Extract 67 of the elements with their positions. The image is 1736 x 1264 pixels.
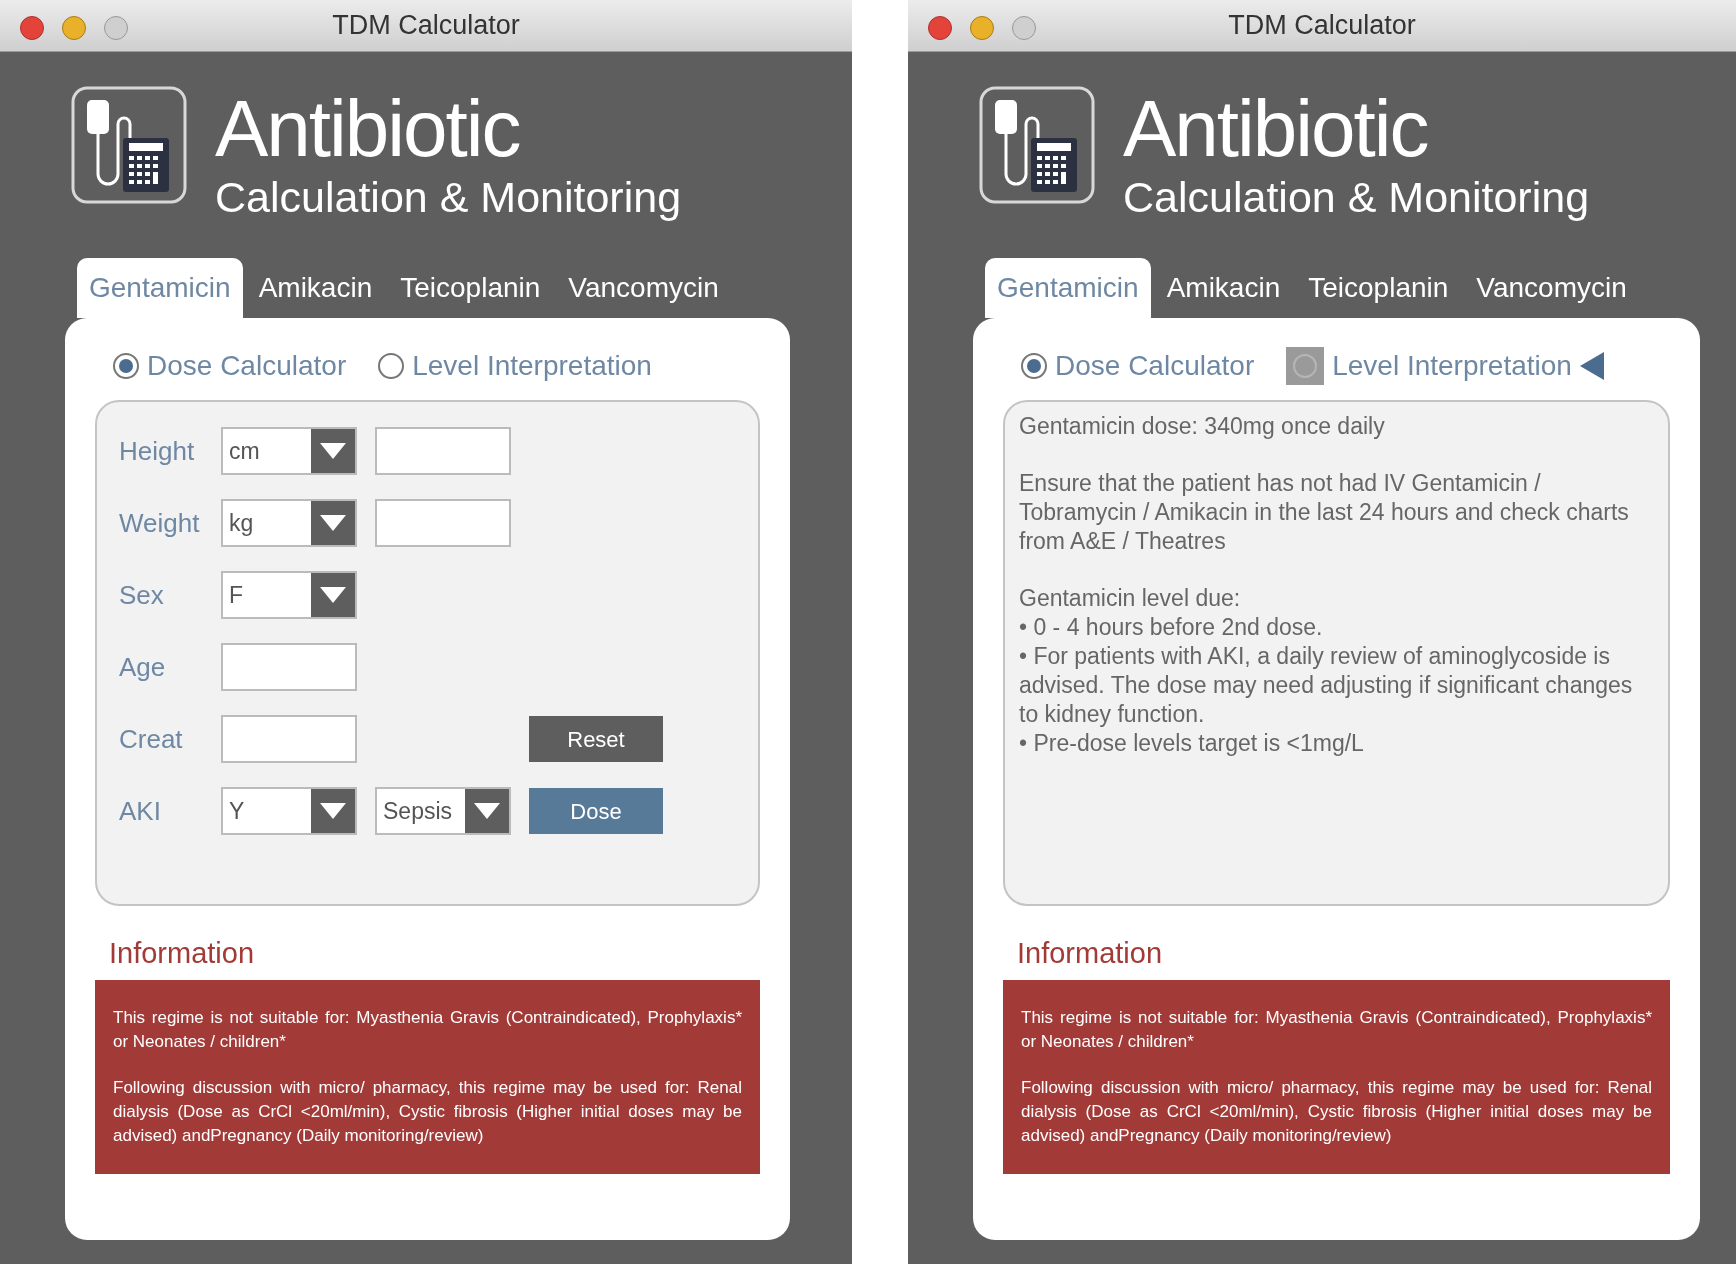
iv-calculator-logo-icon xyxy=(71,86,187,204)
reset-button[interactable]: Reset xyxy=(529,716,663,762)
result-text: Ensure that the patient has not had IV Gentamicin / Tobramycin / Amikacin in the last 24 hours and check charts from A&E / Theatres xyxy=(1019,469,1630,556)
app-subtitle: Calculation & Monitoring xyxy=(1123,172,1590,222)
iv-calculator-logo-icon xyxy=(979,86,1095,204)
caret-icon xyxy=(320,587,346,603)
result-text: • For patients with AKI, a daily review of aminoglycoside is advised. The dose may need adjusting if significant changes to kidney function. xyxy=(1019,642,1634,729)
dropdown-value: kg xyxy=(228,508,255,538)
result-text: Gentamicin level due: xyxy=(1019,584,1242,613)
caret-icon xyxy=(474,803,500,819)
caret-icon xyxy=(320,443,346,459)
dropdown[interactable]: F xyxy=(221,571,357,619)
input-field[interactable] xyxy=(221,715,357,763)
field-label: AKI xyxy=(119,794,162,828)
field-label: Creat xyxy=(119,722,184,756)
dropdown[interactable]: kg xyxy=(221,499,357,547)
field-label: Height xyxy=(119,434,196,468)
input-field[interactable] xyxy=(375,427,511,475)
radio-label[interactable]: Dose Calculator xyxy=(147,345,347,387)
info-text: This regime is not suitable for: Myasthenia Gravis (Contraindicated), Prophylaxis* or Neonates / children* xyxy=(113,1007,742,1053)
zoom-button[interactable] xyxy=(1012,16,1036,40)
tab[interactable]: Amikacin xyxy=(246,258,385,318)
section-heading: Information xyxy=(108,936,256,971)
tab[interactable]: Vancomycin xyxy=(1464,258,1639,318)
field-label: Sex xyxy=(119,578,165,612)
zoom-button[interactable] xyxy=(104,16,128,40)
app-subtitle: Calculation & Monitoring xyxy=(215,172,682,222)
info-text: Following discussion with micro/ pharmacy, this regime may be used for: Renal dialysis (Dose as CrCl <20ml/min), Cystic fibrosis (Higher initial doses may be advised) andPregnancy (Daily monitoring/review) xyxy=(113,1077,742,1147)
app-title: Antibiotic xyxy=(1123,86,1429,172)
dropdown[interactable]: Y xyxy=(221,787,357,835)
dropdown-value: Y xyxy=(228,796,246,826)
window-title: TDM Calculator xyxy=(332,9,520,43)
result-text: Gentamicin dose: 340mg once daily xyxy=(1019,412,1386,441)
minimize-button[interactable] xyxy=(62,16,86,40)
field-label: Weight xyxy=(119,506,201,540)
result-text: • 0 - 4 hours before 2nd dose. xyxy=(1019,613,1324,642)
tab[interactable]: Gentamicin xyxy=(985,258,1151,318)
tab[interactable]: Teicoplanin xyxy=(1296,258,1461,318)
tab[interactable]: Gentamicin xyxy=(77,258,243,318)
caret-icon xyxy=(320,803,346,819)
radio-button[interactable] xyxy=(378,353,405,379)
tab[interactable]: Vancomycin xyxy=(556,258,731,318)
radio-button[interactable] xyxy=(113,353,139,379)
radio-button[interactable] xyxy=(1021,353,1047,379)
dose-button[interactable]: Dose xyxy=(529,788,663,834)
radio-label[interactable]: Level Interpretation xyxy=(412,345,652,387)
dropdown-value: Sepsis xyxy=(382,796,454,826)
tab[interactable]: Teicoplanin xyxy=(388,258,553,318)
input-field[interactable] xyxy=(221,643,357,691)
radio-label[interactable]: Dose Calculator xyxy=(1055,345,1255,387)
field-label: Age xyxy=(119,650,167,684)
window-title: TDM Calculator xyxy=(1228,9,1416,43)
tab[interactable]: Amikacin xyxy=(1154,258,1293,318)
info-text: This regime is not suitable for: Myasthenia Gravis (Contraindicated), Prophylaxis* or Neonates / children* xyxy=(1021,1007,1652,1053)
minimize-button[interactable] xyxy=(970,16,994,40)
app-title: Antibiotic xyxy=(215,86,521,172)
dropdown-value: F xyxy=(228,580,245,610)
close-button[interactable] xyxy=(20,16,44,40)
info-text: Following discussion with micro/ pharmacy, this regime may be used for: Renal dialysis (Dose as CrCl <20ml/min), Cystic fibrosis (Higher initial doses may be advised) andPregnancy (Daily monitoring/review) xyxy=(1021,1077,1652,1147)
result-text: • Pre-dose levels target is <1mg/L xyxy=(1019,729,1365,758)
dropdown-value: cm xyxy=(228,436,261,466)
dropdown[interactable]: Sepsis xyxy=(375,787,511,835)
close-button[interactable] xyxy=(928,16,952,40)
dropdown[interactable]: cm xyxy=(221,427,357,475)
caret-icon xyxy=(320,515,346,531)
input-field[interactable] xyxy=(375,499,511,547)
section-heading: Information xyxy=(1016,936,1164,971)
